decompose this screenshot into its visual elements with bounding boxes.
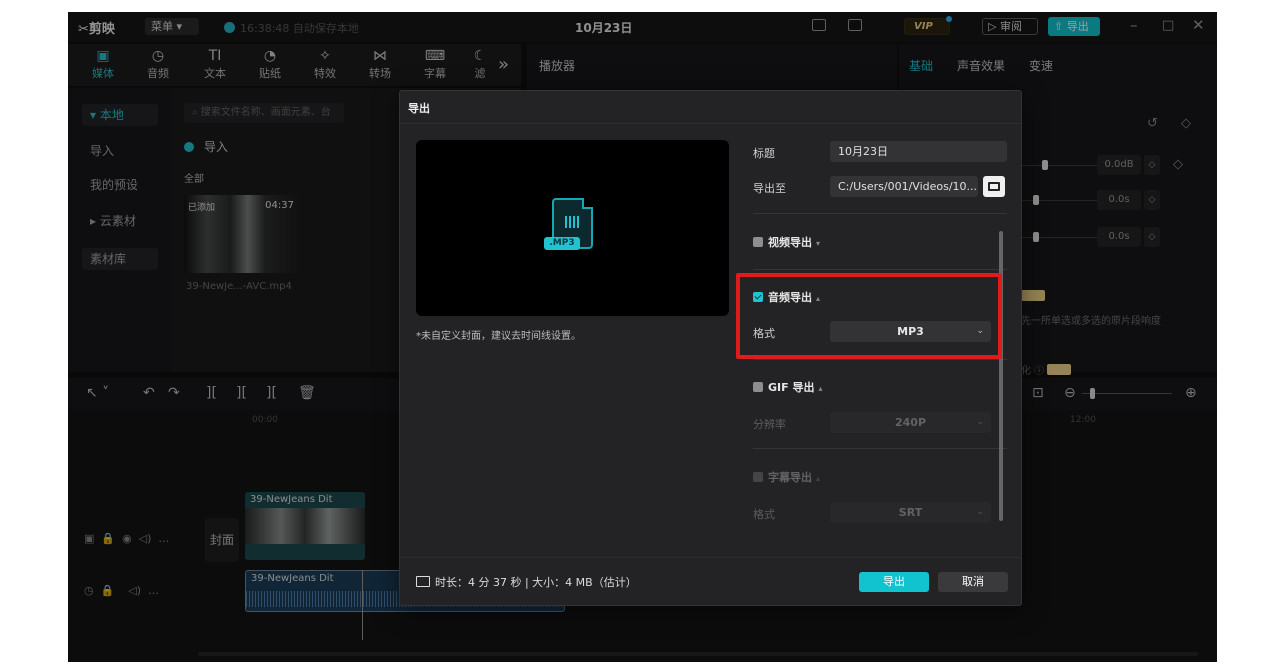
gif-export-checkbox[interactable] — [753, 382, 763, 392]
gif-export-label: GIF 导出 — [768, 381, 815, 394]
export-dialog: 导出 .MP3 *未自定义封面，建议去时间线设置。 标题 10月23日 导出至 … — [399, 90, 1022, 606]
file-format-tag: .MP3 — [544, 237, 580, 250]
section-divider — [753, 269, 1007, 270]
chevron-down-icon[interactable]: ▾ — [816, 239, 820, 248]
exportto-label: 导出至 — [753, 182, 786, 195]
file-fold — [582, 198, 593, 209]
export-button[interactable]: 导出 — [859, 572, 929, 592]
video-export-label: 视频导出 — [768, 236, 812, 249]
gif-resolution-select[interactable]: 240P ⌄ — [830, 412, 991, 433]
chevron-up-icon[interactable]: ▴ — [816, 474, 820, 483]
subtitle-format-value: SRT — [898, 506, 923, 519]
subtitle-export-label: 字幕导出 — [768, 471, 812, 484]
subtitle-format-label: 格式 — [753, 508, 775, 521]
film-icon — [416, 576, 430, 587]
cover-note: *未自定义封面，建议去时间线设置。 — [416, 331, 581, 342]
resolution-label: 分辨率 — [753, 418, 786, 431]
export-preview: .MP3 — [416, 140, 729, 316]
title-input[interactable]: 10月23日 — [830, 141, 1007, 162]
section-divider — [753, 448, 1007, 449]
export-path-input[interactable]: C:/Users/001/Videos/10... — [830, 176, 978, 197]
chevron-down-icon: ⌄ — [976, 507, 984, 517]
highlight-box — [736, 273, 1002, 359]
section-divider — [753, 213, 1007, 214]
video-export-checkbox[interactable] — [753, 237, 763, 247]
dialog-title: 导出 — [408, 102, 430, 115]
browse-folder-button[interactable] — [983, 176, 1005, 197]
chevron-down-icon: ⌄ — [976, 417, 984, 427]
subtitle-export-checkbox[interactable] — [753, 472, 763, 482]
waveform-icon — [565, 216, 581, 228]
chevron-up-icon[interactable]: ▴ — [818, 384, 822, 393]
cancel-button[interactable]: 取消 — [938, 572, 1008, 592]
footer-divider — [400, 557, 1021, 558]
subtitle-format-select[interactable]: SRT ⌄ — [830, 502, 991, 523]
app-window: ✂剪映 菜单 ▾ 16:38:48 自动保存本地 10月23日 VIP ▷ 审阅… — [68, 12, 1217, 662]
title-label: 标题 — [753, 147, 775, 160]
export-info: 时长：4 分 37 秒 | 大小：4 MB（估计） — [416, 574, 637, 590]
subtitle-export-toggle[interactable]: 字幕导出 ▴ — [753, 469, 820, 485]
folder-icon — [988, 182, 1000, 191]
duration-size-text: 时长：4 分 37 秒 | 大小：4 MB（估计） — [435, 576, 637, 589]
gif-resolution-value: 240P — [894, 416, 927, 429]
dialog-divider — [400, 123, 1021, 124]
gif-export-toggle[interactable]: GIF 导出 ▴ — [753, 379, 822, 395]
video-export-toggle[interactable]: 视频导出 ▾ — [753, 234, 820, 250]
section-divider — [753, 359, 1007, 360]
